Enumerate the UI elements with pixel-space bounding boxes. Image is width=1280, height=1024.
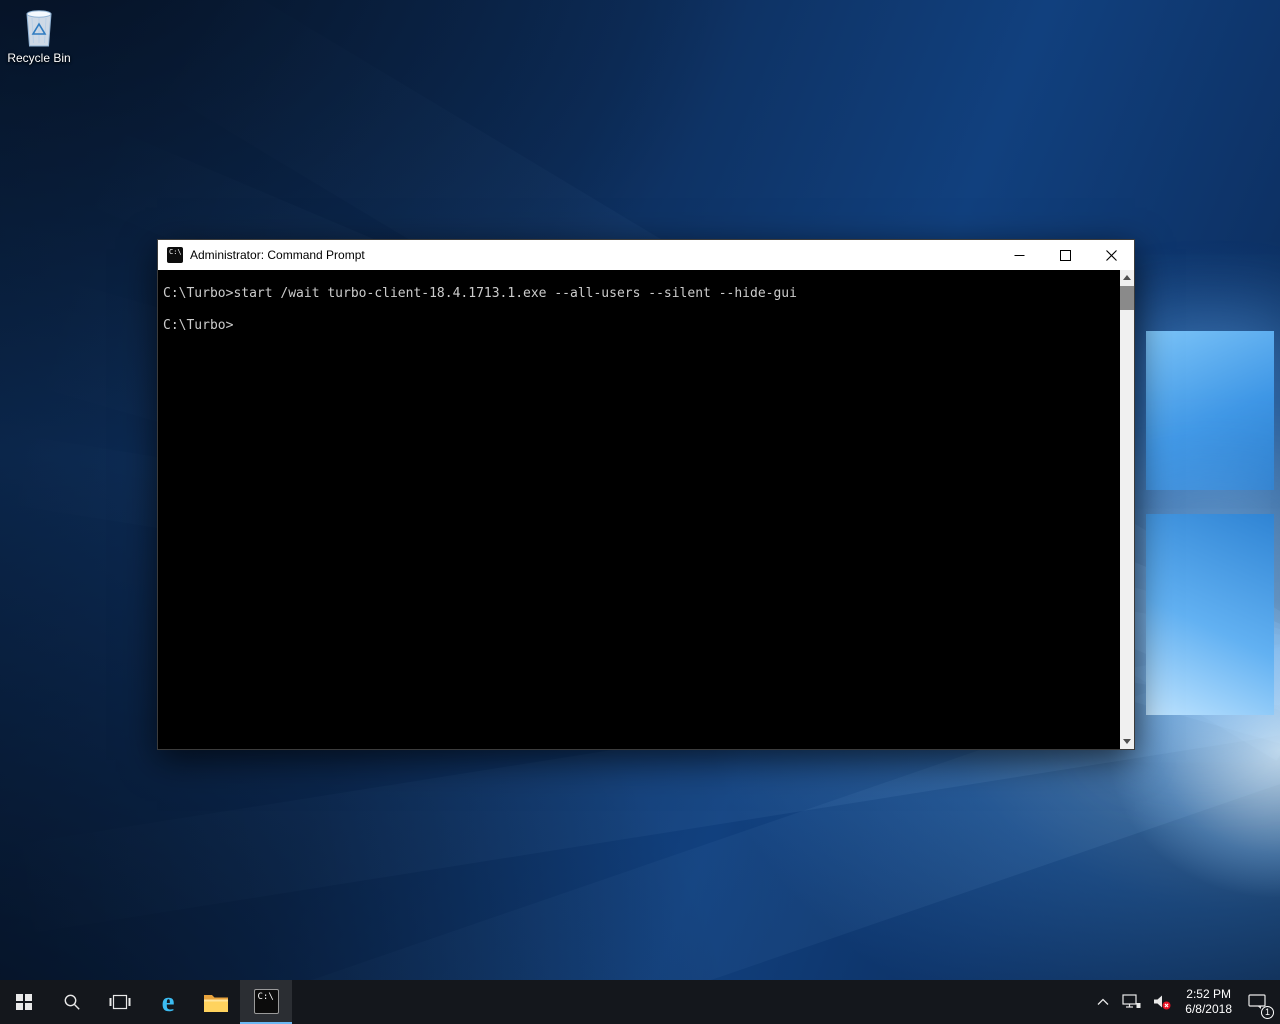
- console-scrollbar[interactable]: [1120, 270, 1134, 749]
- window-title: Administrator: Command Prompt: [190, 248, 996, 262]
- volume-button[interactable]: [1147, 980, 1177, 1024]
- edge-icon: e: [162, 988, 175, 1017]
- file-explorer-icon: [203, 992, 229, 1013]
- scroll-down-icon: [1123, 739, 1131, 744]
- desktop: Recycle Bin C:\ Administrator: Command P…: [0, 0, 1280, 1024]
- minimize-icon: [1014, 250, 1025, 261]
- cmd-icon: C:\: [167, 247, 183, 263]
- start-button[interactable]: [0, 980, 48, 1024]
- tray-overflow-button[interactable]: [1090, 980, 1116, 1024]
- window-titlebar[interactable]: C:\ Administrator: Command Prompt: [158, 240, 1134, 270]
- console-area[interactable]: C:\Turbo>start /wait turbo-client-18.4.1…: [158, 270, 1134, 749]
- clock-time: 2:52 PM: [1185, 987, 1232, 1002]
- windows-logo-pane-top: [1146, 331, 1274, 490]
- recycle-bin-shortcut[interactable]: Recycle Bin: [4, 6, 74, 65]
- scrollbar-thumb[interactable]: [1120, 286, 1134, 310]
- scroll-down-button[interactable]: [1120, 734, 1134, 749]
- cmd-icon-text: C:\: [169, 248, 182, 256]
- system-tray: 2:52 PM 6/8/2018 1: [1090, 980, 1280, 1024]
- network-ethernet-icon: [1122, 994, 1141, 1010]
- taskbar-clock[interactable]: 2:52 PM 6/8/2018: [1177, 987, 1240, 1017]
- action-center-button[interactable]: 1: [1240, 980, 1274, 1024]
- window-controls: [996, 240, 1134, 270]
- close-button[interactable]: [1088, 240, 1134, 270]
- command-prompt-taskbar-button[interactable]: C:\: [240, 980, 292, 1024]
- maximize-icon: [1060, 250, 1071, 261]
- minimize-button[interactable]: [996, 240, 1042, 270]
- scroll-up-button[interactable]: [1120, 270, 1134, 285]
- recycle-bin-icon: [20, 6, 58, 48]
- file-explorer-button[interactable]: [192, 980, 240, 1024]
- scroll-up-icon: [1123, 275, 1131, 280]
- cmd-taskbar-icon: C:\: [254, 989, 279, 1014]
- maximize-button[interactable]: [1042, 240, 1088, 270]
- recycle-bin-label: Recycle Bin: [4, 51, 74, 65]
- windows-logo-pane-bottom: [1146, 514, 1274, 715]
- command-prompt-window: C:\ Administrator: Command Prompt: [157, 239, 1135, 750]
- task-view-icon: [109, 994, 131, 1010]
- speaker-muted-icon: [1153, 994, 1171, 1010]
- notification-badge: 1: [1261, 1006, 1274, 1019]
- taskbar: e C:\: [0, 980, 1280, 1024]
- edge-browser-button[interactable]: e: [144, 980, 192, 1024]
- task-view-button[interactable]: [96, 980, 144, 1024]
- console-prompt-line: C:\Turbo>: [163, 318, 1114, 334]
- console-blank-line: [163, 302, 1114, 318]
- search-icon: [63, 993, 81, 1011]
- cmd-taskbar-icon-text: C:\: [258, 992, 274, 1002]
- search-button[interactable]: [48, 980, 96, 1024]
- console-output: C:\Turbo>start /wait turbo-client-18.4.1…: [158, 270, 1120, 749]
- console-command-line: C:\Turbo>start /wait turbo-client-18.4.1…: [163, 286, 1114, 302]
- chevron-up-icon: [1096, 996, 1110, 1008]
- close-icon: [1106, 250, 1117, 261]
- windows-logo-icon: [16, 994, 32, 1010]
- network-status-button[interactable]: [1116, 980, 1147, 1024]
- clock-date: 6/8/2018: [1185, 1002, 1232, 1017]
